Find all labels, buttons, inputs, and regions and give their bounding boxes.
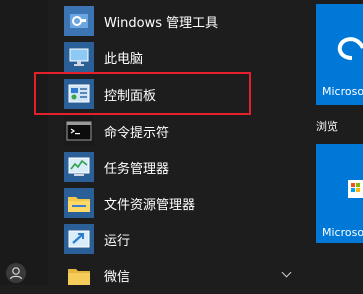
run-icon [64, 224, 94, 254]
app-item-run[interactable]: 运行 [64, 222, 304, 256]
app-item-label: 控制面板 [104, 88, 157, 104]
windows-tools-icon [64, 6, 94, 36]
this-pc-icon [64, 42, 94, 72]
task-manager-icon [64, 152, 94, 182]
tiles-group-label: 浏览 [316, 120, 338, 133]
tile-label-bottom: Microso [322, 226, 363, 239]
store-icon [348, 180, 363, 198]
app-item-label: 文件资源管理器 [104, 197, 196, 213]
edge-icon [337, 37, 363, 60]
app-item-label: 微信 [104, 269, 131, 285]
app-item-label: 此电脑 [104, 51, 144, 67]
app-list: Windows 管理工具 此电脑 控制面板 命令提示符 任务管理器 文件资源管理… [34, 0, 306, 290]
app-item-label: 运行 [104, 233, 131, 249]
app-item-this-pc[interactable]: 此电脑 [64, 40, 304, 74]
app-item-control-panel[interactable]: 控制面板 [64, 77, 304, 111]
app-item-label: 任务管理器 [104, 161, 170, 177]
app-item-wechat-folder[interactable]: 微信 [64, 258, 304, 292]
user-account-icon[interactable] [6, 263, 26, 283]
app-item-label: 命令提示符 [104, 125, 170, 141]
app-item-task-manager[interactable]: 任务管理器 [64, 150, 304, 184]
app-item-label: Windows 管理工具 [104, 15, 219, 31]
start-rail [0, 0, 48, 285]
tile-label-top: Microso [322, 85, 363, 98]
app-item-windows-tools[interactable]: Windows 管理工具 [64, 4, 304, 38]
file-explorer-icon [64, 188, 94, 218]
app-item-file-explorer[interactable]: 文件资源管理器 [64, 186, 304, 220]
app-item-command-prompt[interactable]: 命令提示符 [64, 114, 304, 148]
folder-icon [64, 260, 94, 290]
command-prompt-icon [64, 116, 94, 146]
control-panel-icon [64, 79, 94, 109]
